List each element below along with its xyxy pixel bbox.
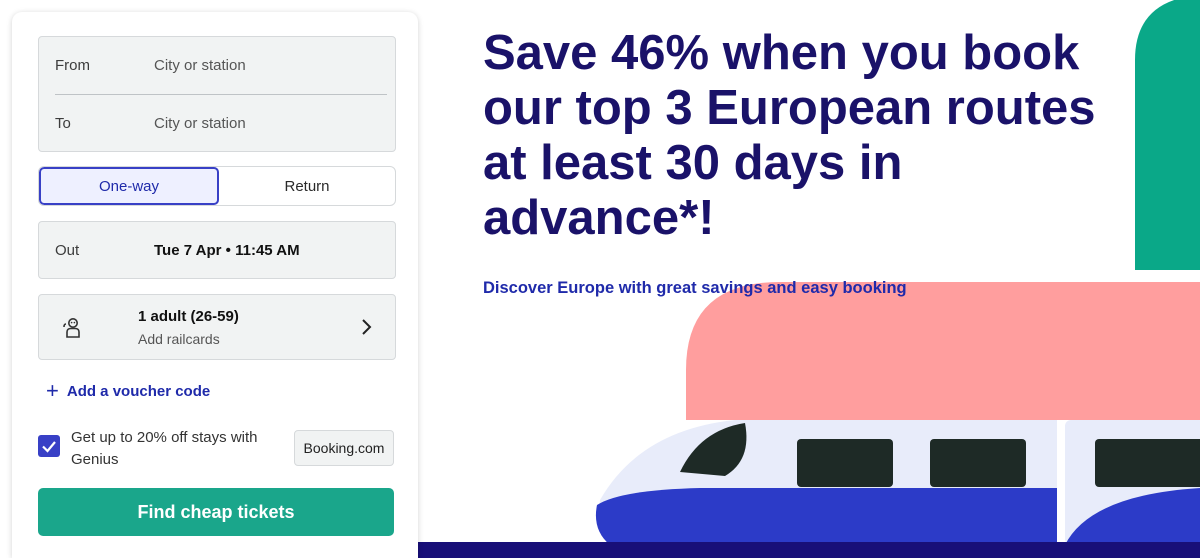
passengers-field[interactable]: 1 adult (26-59) Add railcards [38, 294, 396, 360]
checkmark-icon [42, 441, 56, 453]
railcards-link: Add railcards [138, 331, 220, 347]
train-window-2 [930, 439, 1026, 487]
plus-icon: + [46, 378, 59, 403]
chevron-right-icon [362, 319, 372, 335]
bottom-band [400, 542, 1200, 558]
from-label: From [55, 56, 90, 74]
trip-type-toggle: One-way Return [38, 166, 396, 206]
one-way-button[interactable]: One-way [39, 167, 219, 205]
voucher-label: Add a voucher code [66, 382, 211, 400]
train-blue-stripe [595, 488, 1057, 545]
train-pink-body [686, 282, 1200, 420]
from-field[interactable]: From [39, 37, 395, 93]
from-input[interactable] [154, 56, 374, 74]
hero-headline: Save 46% when you book our top 3 Europea… [483, 26, 1096, 245]
add-voucher-button[interactable]: + Add a voucher code [46, 378, 211, 403]
genius-offer-text: Get up to 20% off stays with Genius [71, 429, 258, 468]
to-field[interactable]: To [39, 95, 395, 151]
origin-destination-box: From To [38, 36, 396, 152]
train-window-3 [1095, 439, 1200, 487]
to-label: To [55, 114, 71, 132]
train-window-1 [797, 439, 893, 487]
find-tickets-button[interactable]: Find cheap tickets [38, 488, 394, 536]
departure-date-field[interactable]: Out Tue 7 Apr • 11:45 AM [38, 221, 396, 279]
hero-subline: Discover Europe with great savings and e… [483, 279, 907, 297]
out-value: Tue 7 Apr • 11:45 AM [154, 241, 300, 259]
teal-shape [1135, 0, 1200, 270]
genius-checkbox[interactable] [38, 435, 60, 457]
passenger-count: 1 adult (26-59) [138, 308, 239, 325]
return-button[interactable]: Return [219, 167, 395, 205]
out-label: Out [55, 241, 80, 259]
to-input[interactable] [154, 114, 374, 132]
booking-logo: Booking.com [294, 430, 394, 466]
passenger-icon [63, 318, 80, 338]
search-card: From To One-way Return Out Tue 7 Apr • 1… [12, 12, 418, 558]
